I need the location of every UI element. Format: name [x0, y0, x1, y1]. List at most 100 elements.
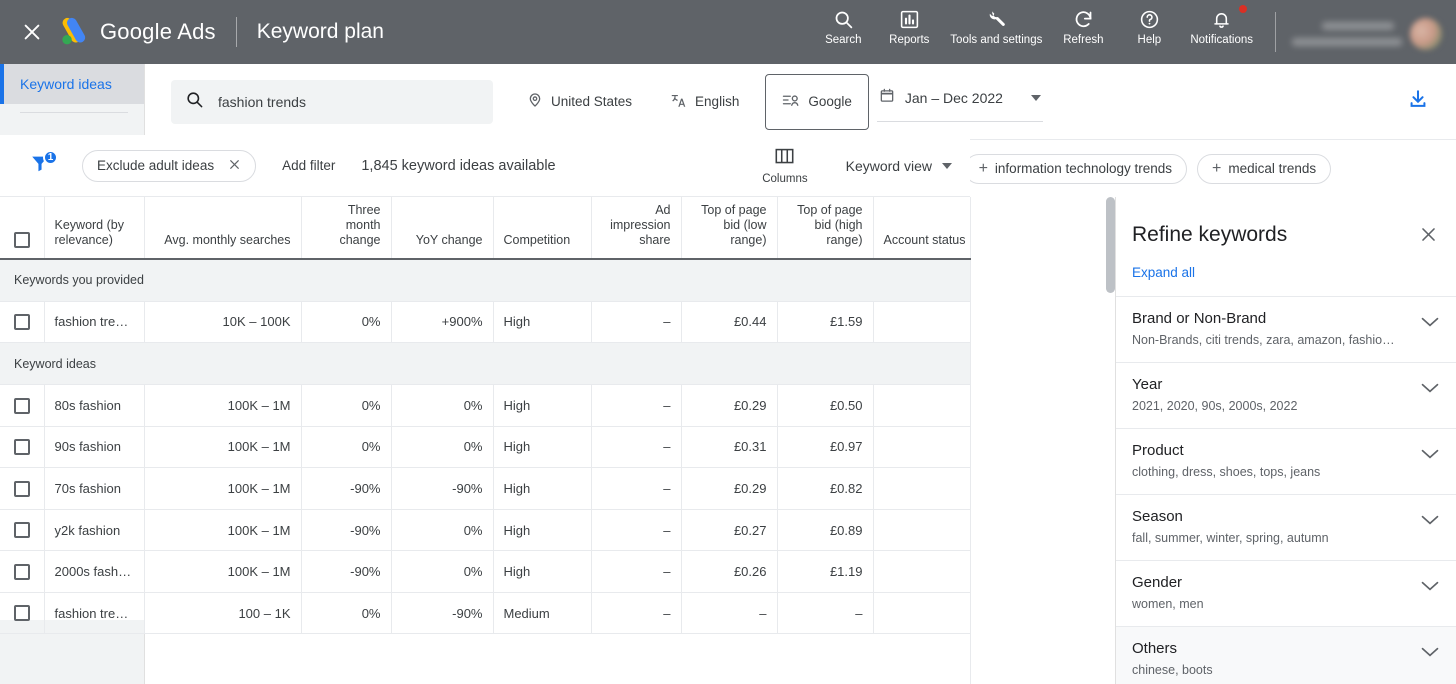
row-select-cell: [0, 509, 44, 551]
columns-icon: [774, 147, 795, 171]
broaden-chip-medical-trends[interactable]: + medical trends: [1197, 154, 1331, 184]
refine-section-text: Season fall, summer, winter, spring, aut…: [1132, 507, 1410, 547]
refine-section-text: Product clothing, dress, shoes, tops, je…: [1132, 441, 1410, 481]
column-header-account-status[interactable]: Account status: [873, 197, 970, 259]
cell-account-status: [873, 385, 970, 427]
refresh-button[interactable]: Refresh: [1050, 6, 1116, 47]
broaden-chip-information-technology-trends[interactable]: + information technology trends: [964, 154, 1187, 184]
help-button[interactable]: Help: [1116, 6, 1182, 47]
column-header-keyword[interactable]: Keyword (by relevance): [44, 197, 144, 259]
search-button[interactable]: Search: [810, 6, 876, 47]
expand-all-link[interactable]: Expand all: [1116, 251, 1211, 296]
chip-label: medical trends: [1228, 161, 1316, 176]
row-checkbox[interactable]: [14, 439, 30, 455]
row-checkbox[interactable]: [14, 314, 30, 330]
cell-keyword[interactable]: y2k fashion: [44, 509, 144, 551]
close-icon[interactable]: [228, 158, 241, 174]
sidebar-item-keyword-ideas[interactable]: Keyword ideas: [0, 64, 144, 104]
table-vertical-scrollbar[interactable]: [1106, 197, 1115, 684]
column-header-yoy-change[interactable]: YoY change: [391, 197, 493, 259]
table-row[interactable]: 70s fashion 100K – 1M -90% -90% High – £…: [0, 468, 970, 510]
sidebar-item-label: Keyword ideas: [20, 76, 112, 92]
date-range-selector[interactable]: Jan – Dec 2022: [877, 82, 1043, 122]
brand-label: Google Ads: [100, 19, 216, 45]
account-info-redacted[interactable]: [1290, 14, 1408, 54]
column-header-ad-impression-share[interactable]: Ad impression share: [591, 197, 681, 259]
chevron-down-icon[interactable]: [1420, 645, 1440, 663]
refine-section-brand-or-non-brand[interactable]: Brand or Non-Brand Non-Brands, citi tren…: [1116, 296, 1456, 362]
refine-section-gender[interactable]: Gender women, men: [1116, 560, 1456, 626]
row-checkbox[interactable]: [14, 522, 30, 538]
table-row[interactable]: 90s fashion 100K – 1M 0% 0% High – £0.31…: [0, 426, 970, 468]
refine-section-season[interactable]: Season fall, summer, winter, spring, aut…: [1116, 494, 1456, 560]
cell-yoy-change: -90%: [391, 592, 493, 634]
select-all-checkbox[interactable]: [14, 232, 30, 248]
cell-competition: High: [493, 468, 591, 510]
account-id-redacted: [1292, 38, 1402, 46]
table-toolbar: 1 Exclude adult ideas Add filter 1,845 k…: [0, 135, 970, 197]
filter-chip-exclude-adult-ideas[interactable]: Exclude adult ideas: [82, 150, 256, 182]
scrollbar-thumb[interactable]: [1106, 197, 1115, 293]
column-header-top-of-page-bid-low[interactable]: Top of page bid (low range): [681, 197, 777, 259]
row-checkbox[interactable]: [14, 398, 30, 414]
refine-section-product[interactable]: Product clothing, dress, shoes, tops, je…: [1116, 428, 1456, 494]
refine-section-others[interactable]: Others chinese, boots: [1116, 626, 1456, 684]
view-selector[interactable]: Keyword view: [846, 158, 952, 174]
cell-keyword[interactable]: 2000s fashion: [44, 551, 144, 593]
column-header-three-month-change[interactable]: Three month change: [301, 197, 391, 259]
close-icon[interactable]: [0, 0, 64, 64]
chevron-down-icon[interactable]: [1420, 381, 1440, 399]
plus-icon: +: [1212, 161, 1221, 177]
table-row[interactable]: fashion trends 10K – 100K 0% +900% High …: [0, 301, 970, 343]
column-header-competition[interactable]: Competition: [493, 197, 591, 259]
avatar[interactable]: [1410, 18, 1442, 50]
cell-keyword[interactable]: fashion trends: [44, 301, 144, 343]
search-input[interactable]: fashion trends: [171, 80, 493, 124]
table-row[interactable]: 80s fashion 100K – 1M 0% 0% High – £0.29…: [0, 385, 970, 427]
row-checkbox[interactable]: [14, 605, 30, 621]
filter-button[interactable]: 1: [20, 146, 60, 186]
view-selector-label: Keyword view: [846, 158, 932, 174]
reports-button[interactable]: Reports: [876, 6, 942, 47]
row-checkbox[interactable]: [14, 481, 30, 497]
cell-keyword[interactable]: 90s fashion: [44, 426, 144, 468]
notifications-button[interactable]: Notifications: [1182, 6, 1261, 47]
cell-keyword[interactable]: 70s fashion: [44, 468, 144, 510]
refine-section-summary: Non-Brands, citi trends, zara, amazon, f…: [1132, 332, 1410, 349]
table-body: Keywords you provided fashion trends 10K…: [0, 259, 970, 634]
chevron-down-icon[interactable]: [1420, 315, 1440, 333]
table-group-header-keyword-ideas: Keyword ideas: [0, 343, 970, 385]
cell-keyword[interactable]: fashion trend…: [44, 592, 144, 634]
cell-account-status: [873, 468, 970, 510]
sidebar-divider: [20, 112, 128, 113]
table-row[interactable]: y2k fashion 100K – 1M -90% 0% High – £0.…: [0, 509, 970, 551]
add-filter-button[interactable]: Add filter: [282, 158, 335, 173]
calendar-icon: [879, 87, 895, 109]
refine-section-year[interactable]: Year 2021, 2020, 90s, 2000s, 2022: [1116, 362, 1456, 428]
table-row[interactable]: fashion trend… 100 – 1K 0% -90% Medium –…: [0, 592, 970, 634]
column-header-avg-monthly-searches[interactable]: Avg. monthly searches: [144, 197, 301, 259]
network-selector[interactable]: Google: [765, 74, 869, 130]
table-row[interactable]: 2000s fashion 100K – 1M -90% 0% High – £…: [0, 551, 970, 593]
table-header-row: Keyword (by relevance) Avg. monthly sear…: [0, 197, 970, 259]
row-checkbox[interactable]: [14, 564, 30, 580]
cell-account-status: [873, 426, 970, 468]
cell-ad-impression-share: –: [591, 551, 681, 593]
keyword-ideas-count: 1,845 keyword ideas available: [361, 158, 555, 174]
row-select-cell: [0, 385, 44, 427]
download-button[interactable]: [1394, 78, 1442, 126]
tools-and-settings-button[interactable]: Tools and settings: [942, 6, 1050, 47]
chevron-down-icon[interactable]: [1420, 447, 1440, 465]
chevron-down-icon[interactable]: [1420, 513, 1440, 531]
cell-bid-high: £0.82: [777, 468, 873, 510]
chevron-down-icon[interactable]: [1420, 579, 1440, 597]
google-ads-logo[interactable]: Google Ads: [58, 17, 216, 47]
group-title: Keywords you provided: [0, 259, 970, 301]
columns-button[interactable]: Columns: [752, 147, 817, 185]
refine-section-title: Product: [1132, 441, 1410, 461]
close-icon[interactable]: [1417, 223, 1440, 251]
cell-keyword[interactable]: 80s fashion: [44, 385, 144, 427]
column-header-top-of-page-bid-high[interactable]: Top of page bid (high range): [777, 197, 873, 259]
language-selector[interactable]: English: [658, 82, 751, 122]
location-selector[interactable]: United States: [515, 82, 644, 122]
